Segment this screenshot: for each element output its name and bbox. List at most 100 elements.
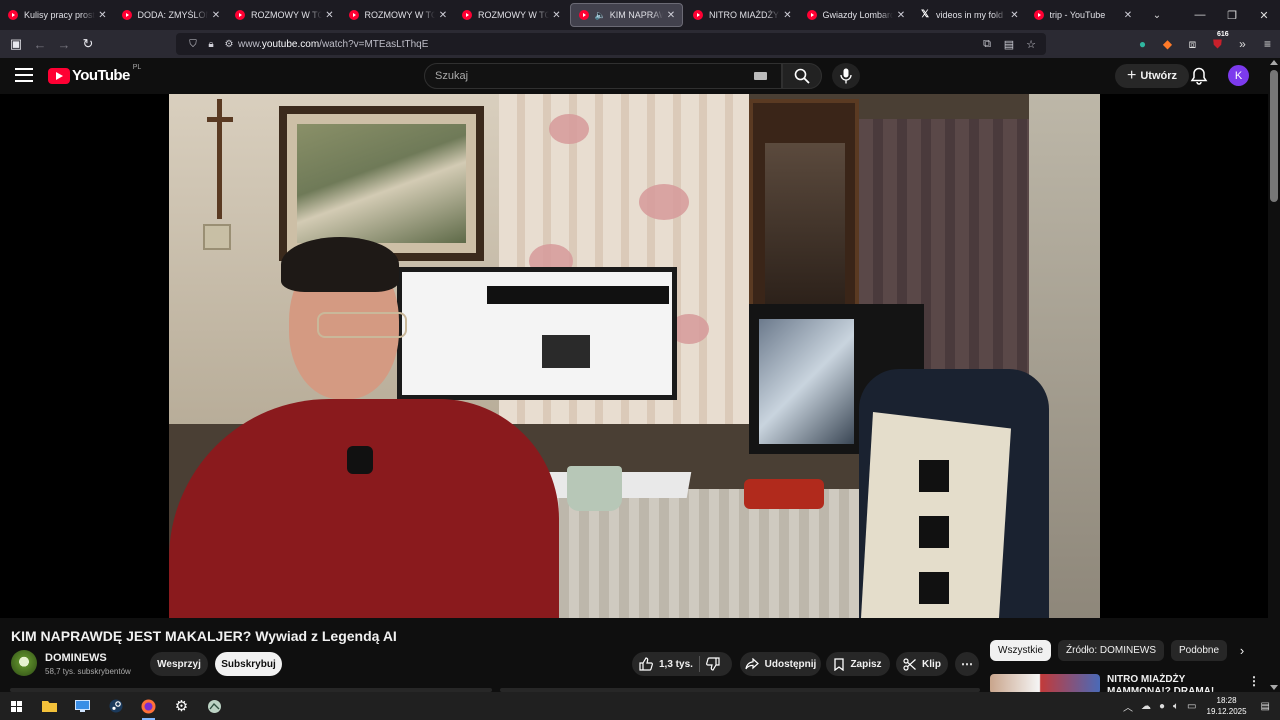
- close-icon[interactable]: ✕: [211, 10, 221, 21]
- fox-extension-icon[interactable]: ◆: [1155, 37, 1180, 51]
- display-icon[interactable]: ▭: [1187, 701, 1196, 712]
- vpn-extension-icon[interactable]: ●: [1130, 37, 1155, 51]
- forward-arrow-icon[interactable]: →: [52, 32, 76, 56]
- clip-button[interactable]: Klip: [896, 652, 948, 676]
- reload-icon[interactable]: ↻: [76, 32, 100, 56]
- close-icon[interactable]: ✕: [438, 10, 448, 21]
- close-icon[interactable]: ✕: [552, 10, 562, 21]
- browser-tab[interactable]: ROZMOWY W TOKU✕: [454, 0, 568, 30]
- ublock-icon[interactable]: ⛊ 616: [1205, 30, 1230, 52]
- browser-tab[interactable]: Kulisy pracy prostytu✕: [0, 0, 114, 30]
- dislike-button[interactable]: [705, 652, 720, 676]
- firefox-icon[interactable]: [132, 692, 165, 720]
- chip-source[interactable]: Źródło: DOMINEWS: [1058, 640, 1165, 661]
- keyboard-icon[interactable]: [754, 72, 767, 80]
- clip-label: Klip: [922, 658, 941, 670]
- back-arrow-icon[interactable]: ←: [28, 32, 52, 56]
- browser-tab[interactable]: NITRO MIAŻDŻY MA✕: [685, 0, 799, 30]
- close-icon[interactable]: ✕: [896, 10, 906, 21]
- create-label: Utwórz: [1140, 70, 1178, 82]
- minimize-icon[interactable]: —: [1184, 0, 1216, 30]
- close-icon[interactable]: ✕: [666, 10, 676, 21]
- app-icon[interactable]: [198, 692, 231, 720]
- subscribe-button[interactable]: Subskrybuj: [215, 652, 282, 676]
- browser-tab[interactable]: 𝕏videos in my fold ✕: [912, 0, 1026, 30]
- hamburger-menu-icon[interactable]: [15, 68, 33, 84]
- browser-tab[interactable]: trip - YouTube ✕: [1026, 0, 1140, 30]
- scrollbar-thumb[interactable]: [1270, 70, 1278, 202]
- close-icon[interactable]: ✕: [1123, 10, 1133, 21]
- close-icon[interactable]: ✕: [783, 10, 793, 21]
- menu-icon[interactable]: ≡: [1255, 37, 1280, 51]
- support-button[interactable]: Wesprzyj: [150, 652, 208, 676]
- lock-icon[interactable]: 🔒︎: [202, 39, 220, 50]
- voice-search-button[interactable]: [832, 63, 860, 89]
- network-icon[interactable]: ☁︎: [1141, 701, 1151, 712]
- address-bar[interactable]: ⛉ 🔒︎ ⚙︎ www.youtube.com/watch?v=MTEasLtT…: [176, 33, 1046, 55]
- restore-icon[interactable]: ❐: [1216, 0, 1248, 30]
- start-button[interactable]: [0, 692, 33, 720]
- notifications-icon[interactable]: ▤: [1261, 701, 1270, 712]
- tab-label: trip - YouTube: [1049, 10, 1106, 20]
- chip-related[interactable]: Podobne: [1171, 640, 1228, 661]
- clock[interactable]: 18:28 19.12.2025: [1207, 695, 1247, 717]
- browser-tab-active[interactable]: 🔈KIM NAPRAWDĘ✕: [569, 3, 683, 27]
- video-title: KIM NAPRAWDĘ JEST MAKALJER? Wywiad z Leg…: [11, 628, 397, 644]
- more-options-icon[interactable]: ⋯: [955, 652, 979, 676]
- like-button[interactable]: 1,3 tys.: [632, 652, 693, 676]
- channel-avatar[interactable]: [11, 650, 37, 676]
- settings-gear-icon[interactable]: ⚙: [165, 692, 198, 720]
- picture-in-picture-icon[interactable]: ⧉: [978, 38, 996, 51]
- bell-icon[interactable]: [1190, 67, 1208, 85]
- share-button[interactable]: Udostępnij: [740, 652, 821, 676]
- create-button[interactable]: + Utwórz: [1115, 64, 1190, 88]
- remote-desktop-icon[interactable]: [66, 692, 99, 720]
- file-explorer-icon[interactable]: [33, 692, 66, 720]
- youtube-logo[interactable]: YouTube PL: [48, 64, 141, 84]
- volume-icon[interactable]: 🔈︎: [1173, 701, 1179, 712]
- microphone-tray-icon[interactable]: ●: [1159, 701, 1165, 712]
- chip-all[interactable]: Wszystkie: [990, 640, 1051, 661]
- browser-tab[interactable]: ROZMOWY W TOKU✕: [341, 0, 455, 30]
- speaker-icon[interactable]: 🔈: [595, 10, 606, 21]
- permissions-icon[interactable]: ⚙︎: [220, 39, 238, 50]
- mug: [567, 466, 622, 511]
- scroll-up-icon[interactable]: [1270, 60, 1278, 65]
- browser-tab[interactable]: Gwiazdy Lombardu: N✕: [799, 0, 913, 30]
- puzzle-icon[interactable]: ⧈: [1180, 37, 1205, 52]
- browser-tab[interactable]: DODA: ZMYŚLONE ZI✕: [114, 0, 228, 30]
- windows-icon: [11, 700, 22, 712]
- page-scrollbar[interactable]: [1268, 58, 1280, 692]
- tab-label: KIM NAPRAWDĘ: [609, 10, 663, 20]
- account-avatar[interactable]: K: [1228, 65, 1249, 86]
- chevron-right-icon[interactable]: ›: [1232, 640, 1252, 661]
- browser-tab[interactable]: ROZMOWY W TOKU✕: [227, 0, 341, 30]
- reader-view-icon[interactable]: ▤: [1000, 38, 1018, 51]
- bookmark-star-icon[interactable]: ☆: [1022, 38, 1040, 51]
- search-input[interactable]: [435, 70, 754, 82]
- window-controls: — ❐ ✕: [1184, 0, 1280, 30]
- recommended-title[interactable]: NITRO MIAŻDŻY MAMMONA!? DRAMA! BRUCE DEB…: [1107, 674, 1237, 692]
- microphone-icon: [840, 68, 852, 84]
- close-icon[interactable]: ✕: [1010, 10, 1020, 21]
- video-player[interactable]: [0, 94, 1268, 618]
- chevron-down-icon[interactable]: ⌄: [1145, 10, 1169, 21]
- recommended-video[interactable]: NITRO MIAŻDŻY MAMMONA!? DRAMA! BRUCE DEB…: [990, 672, 1260, 692]
- overflow-chevron-icon[interactable]: »: [1230, 37, 1255, 51]
- recommended-thumbnail[interactable]: [990, 674, 1100, 692]
- scroll-down-icon[interactable]: [1270, 685, 1278, 690]
- close-icon[interactable]: ✕: [98, 10, 108, 21]
- video-frame[interactable]: [169, 94, 1100, 618]
- save-button[interactable]: Zapisz: [826, 652, 890, 676]
- close-window-icon[interactable]: ✕: [1248, 0, 1280, 30]
- search-button[interactable]: [782, 63, 822, 89]
- logo-text: YouTube: [72, 67, 130, 84]
- kebab-menu-icon[interactable]: ⋮: [1248, 674, 1260, 688]
- tray-expand-icon[interactable]: ︿: [1123, 699, 1133, 714]
- close-icon[interactable]: ✕: [325, 10, 335, 21]
- steam-icon[interactable]: [99, 692, 132, 720]
- monitor: [397, 267, 677, 400]
- channel-name[interactable]: DOMINEWS: [45, 652, 107, 664]
- shield-icon[interactable]: ⛉: [184, 39, 202, 50]
- sidebar-toggle-icon[interactable]: ▣: [4, 32, 28, 56]
